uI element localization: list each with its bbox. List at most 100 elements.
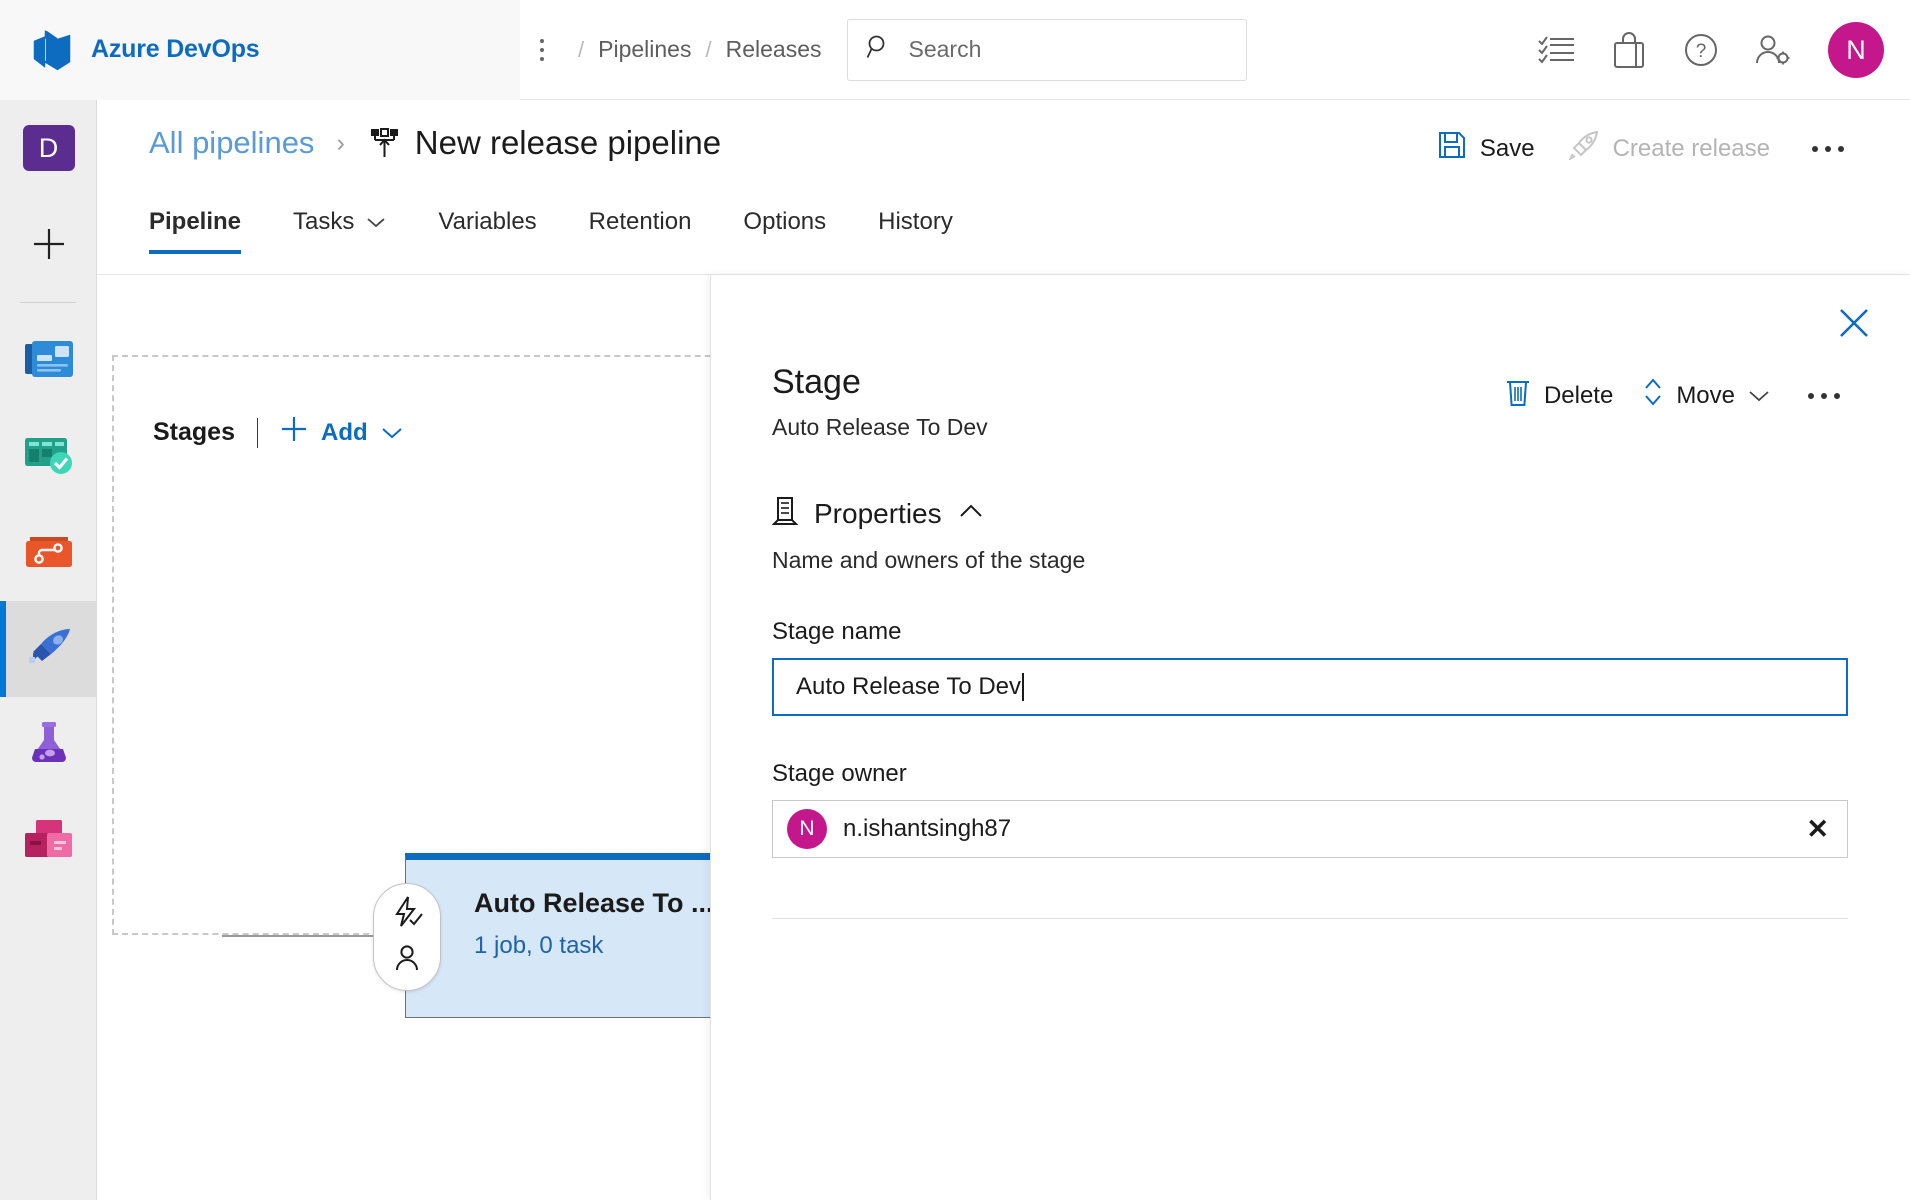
search-icon	[866, 34, 892, 65]
question-circle-icon[interactable]: ?	[1678, 27, 1724, 73]
sidebar-item-artifacts[interactable]	[0, 793, 97, 889]
azure-devops-logo	[30, 28, 74, 72]
stage-owner-input[interactable]: N n.ishantsingh87 ✕	[772, 800, 1848, 858]
stage-card[interactable]: Auto Release To ... 1 job, 0 task	[405, 853, 710, 1018]
move-stage-button[interactable]: Move	[1643, 377, 1770, 414]
stage-card-title: Auto Release To ...	[474, 888, 710, 918]
delete-stage-button[interactable]: Delete	[1505, 377, 1613, 414]
tab-retention-label: Retention	[588, 208, 692, 235]
add-stage-button[interactable]: Add	[280, 415, 403, 450]
toolbar-divider	[256, 417, 258, 448]
chevron-right-icon: ›	[336, 128, 345, 157]
breadcrumb-item-pipelines[interactable]: Pipelines	[598, 36, 691, 63]
svg-text:?: ?	[1696, 41, 1707, 62]
avatar[interactable]: N	[1828, 22, 1884, 78]
breadcrumb-separator-1: /	[705, 36, 712, 62]
pipeline-tabs: Pipeline Tasks Variables Retention Optio…	[149, 208, 979, 254]
avatar: N	[787, 809, 827, 849]
all-pipelines-link[interactable]: All pipelines	[149, 125, 314, 161]
create-release-label: Create release	[1612, 134, 1770, 162]
search-input[interactable]: Search	[847, 18, 1248, 81]
sidebar-item-test-plans[interactable]	[0, 697, 97, 793]
org-name: Azure DevOps	[91, 35, 260, 63]
pre-deployment-conditions-button[interactable]	[373, 883, 441, 991]
panel-title: Stage	[772, 363, 861, 401]
properties-section-description: Name and owners of the stage	[772, 547, 1086, 573]
create-release-button[interactable]: Create release	[1567, 130, 1770, 167]
rail-divider	[20, 302, 76, 303]
more-horizontal-icon[interactable]	[1804, 145, 1852, 152]
plus-icon[interactable]	[0, 196, 97, 292]
more-vertical-icon[interactable]	[520, 0, 564, 100]
pipelines-icon	[23, 625, 75, 674]
artifacts-icon	[23, 817, 75, 866]
page-title: New release pipeline	[414, 124, 722, 161]
save-button[interactable]: Save	[1438, 131, 1535, 166]
test-plans-icon	[24, 720, 74, 771]
pipeline-canvas[interactable]: Stages Add Auto Release To ... 1 job, 0 …	[97, 275, 710, 1200]
close-icon[interactable]	[1834, 303, 1874, 343]
stage-owner-label: Stage owner	[772, 760, 907, 787]
project-avatar[interactable]: D	[0, 100, 97, 196]
boards-icon	[23, 433, 75, 482]
sidebar-item-boards[interactable]	[0, 409, 97, 505]
properties-section-title: Properties	[814, 497, 942, 529]
chevron-down-icon	[1748, 382, 1770, 410]
lightning-check-icon	[390, 895, 424, 934]
stage-connector-line	[222, 935, 382, 937]
tab-retention[interactable]: Retention	[563, 208, 718, 254]
tab-history-label: History	[878, 208, 953, 235]
page-command-bar: Save Create release	[1438, 130, 1852, 167]
release-pipeline-icon	[367, 126, 401, 160]
shopping-bag-icon[interactable]	[1606, 27, 1652, 73]
top-header: Azure DevOps / Pipelines / Releases Sear…	[0, 0, 1910, 100]
tab-pipeline[interactable]: Pipeline	[149, 208, 267, 254]
person-icon	[391, 942, 423, 979]
tab-options[interactable]: Options	[717, 208, 852, 254]
stage-name-label: Stage name	[772, 618, 902, 645]
text-caret	[1022, 673, 1025, 701]
repos-icon	[24, 529, 74, 578]
rocket-icon	[1567, 130, 1599, 167]
tab-variables[interactable]: Variables	[412, 208, 562, 254]
checklist-icon[interactable]	[1534, 27, 1580, 73]
breadcrumb-separator-0: /	[578, 36, 585, 62]
move-stage-label: Move	[1676, 381, 1735, 409]
chevron-down-icon	[366, 216, 386, 229]
avatar-initial: N	[1846, 34, 1866, 65]
more-horizontal-icon[interactable]	[1800, 392, 1848, 399]
tab-options-label: Options	[743, 208, 827, 235]
chevron-up-icon	[958, 503, 984, 524]
panel-divider	[772, 918, 1848, 919]
stage-card-subtitle[interactable]: 1 job, 0 task	[474, 932, 603, 960]
delete-stage-label: Delete	[1543, 381, 1614, 409]
sidebar-item-pipelines[interactable]	[0, 601, 97, 697]
search-placeholder: Search	[908, 36, 982, 62]
stage-name-value: Auto Release To Dev	[796, 673, 1022, 700]
stages-toolbar: Stages Add	[153, 415, 403, 450]
stage-name-input[interactable]: Auto Release To Dev	[772, 658, 1848, 716]
stage-owner-value: n.ishantsingh87	[843, 815, 1012, 842]
close-icon[interactable]: ✕	[1806, 815, 1829, 843]
breadcrumb-item-releases[interactable]: Releases	[726, 36, 822, 63]
sidebar-item-overview[interactable]	[0, 313, 97, 409]
trash-icon	[1505, 377, 1531, 414]
properties-section-header[interactable]: Properties	[771, 496, 1848, 531]
add-stage-label: Add	[320, 418, 368, 446]
overview-icon	[23, 337, 75, 386]
tab-tasks[interactable]: Tasks	[267, 208, 412, 254]
header-actions: ? N	[1534, 0, 1910, 100]
sidebar-item-repos[interactable]	[0, 505, 97, 601]
tab-history[interactable]: History	[852, 208, 979, 254]
plus-icon	[280, 415, 308, 450]
org-home-link[interactable]: Azure DevOps	[0, 0, 520, 100]
save-icon	[1438, 131, 1466, 166]
page-breadcrumb: All pipelines › New release pipeline	[149, 124, 721, 162]
project-initial: D	[38, 132, 59, 163]
stages-title: Stages	[153, 418, 235, 446]
properties-icon	[771, 496, 799, 531]
move-updown-icon	[1643, 377, 1663, 414]
panel-subtitle: Auto Release To Dev	[772, 414, 988, 440]
user-settings-icon[interactable]	[1750, 27, 1796, 73]
left-rail: D	[0, 100, 97, 1200]
